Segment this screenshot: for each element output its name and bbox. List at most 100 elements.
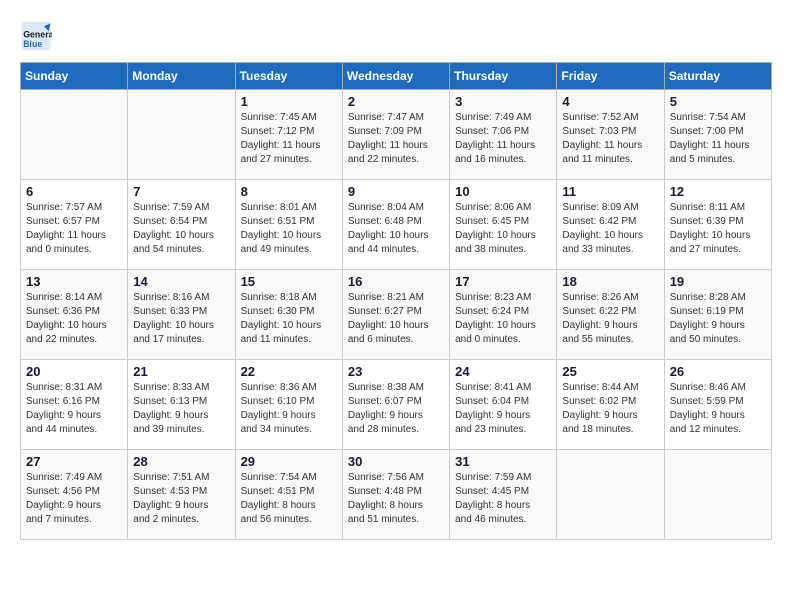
week-row-4: 20 Sunrise: 8:31 AM Sunset: 6:16 PM Dayli…	[21, 360, 772, 450]
day-info: Sunrise: 7:51 AM Sunset: 4:53 PM Dayligh…	[133, 471, 229, 527]
day-cell: 5 Sunrise: 7:54 AM Sunset: 7:00 PM Daylig…	[664, 90, 771, 180]
day-info: Sunrise: 7:54 AM Sunset: 7:00 PM Dayligh…	[670, 111, 766, 167]
day-cell: 25 Sunrise: 8:44 AM Sunset: 6:02 PM Dayli…	[557, 360, 664, 450]
day-number: 4	[562, 94, 658, 109]
logo: General Blue	[20, 20, 54, 52]
day-number: 20	[26, 364, 122, 379]
day-info: Sunrise: 8:16 AM Sunset: 6:33 PM Dayligh…	[133, 291, 229, 347]
day-header-thursday: Thursday	[450, 63, 557, 90]
day-info: Sunrise: 8:44 AM Sunset: 6:02 PM Dayligh…	[562, 381, 658, 437]
day-info: Sunrise: 8:06 AM Sunset: 6:45 PM Dayligh…	[455, 201, 551, 257]
day-number: 27	[26, 454, 122, 469]
day-cell: 19Sunrise: 8:28 AM Sunset: 6:19 PM Dayli…	[664, 270, 771, 360]
day-info: Sunrise: 7:54 AM Sunset: 4:51 PM Dayligh…	[241, 471, 337, 527]
day-cell: 26 Sunrise: 8:46 AM Sunset: 5:59 PM Dayli…	[664, 360, 771, 450]
day-info: Sunrise: 7:52 AM Sunset: 7:03 PM Dayligh…	[562, 111, 658, 167]
day-info: Sunrise: 8:23 AM Sunset: 6:24 PM Dayligh…	[455, 291, 551, 347]
day-cell: 22 Sunrise: 8:36 AM Sunset: 6:10 PM Dayli…	[235, 360, 342, 450]
day-info: Sunrise: 8:18 AM Sunset: 6:30 PM Dayligh…	[241, 291, 337, 347]
day-info: Sunrise: 8:38 AM Sunset: 6:07 PM Dayligh…	[348, 381, 444, 437]
header-row: SundayMondayTuesdayWednesdayThursdayFrid…	[21, 63, 772, 90]
day-cell: 18 Sunrise: 8:26 AM Sunset: 6:22 PM Dayli…	[557, 270, 664, 360]
day-cell: 8 Sunrise: 8:01 AM Sunset: 6:51 PM Daylig…	[235, 180, 342, 270]
day-header-tuesday: Tuesday	[235, 63, 342, 90]
day-info: Sunrise: 7:56 AM Sunset: 4:48 PM Dayligh…	[348, 471, 444, 527]
day-header-sunday: Sunday	[21, 63, 128, 90]
day-number: 8	[241, 184, 337, 199]
day-cell: 7 Sunrise: 7:59 AM Sunset: 6:54 PM Daylig…	[128, 180, 235, 270]
week-row-5: 27 Sunrise: 7:49 AM Sunset: 4:56 PM Dayli…	[21, 450, 772, 540]
day-cell: 13 Sunrise: 8:14 AM Sunset: 6:36 PM Dayli…	[21, 270, 128, 360]
day-cell: 4 Sunrise: 7:52 AM Sunset: 7:03 PM Daylig…	[557, 90, 664, 180]
day-info: Sunrise: 8:46 AM Sunset: 5:59 PM Dayligh…	[670, 381, 766, 437]
day-info: Sunrise: 7:59 AM Sunset: 6:54 PM Dayligh…	[133, 201, 229, 257]
day-number: 18	[562, 274, 658, 289]
day-number: 24	[455, 364, 551, 379]
day-number: 19	[670, 274, 766, 289]
day-number: 13	[26, 274, 122, 289]
day-cell: 27 Sunrise: 7:49 AM Sunset: 4:56 PM Dayli…	[21, 450, 128, 540]
day-number: 16	[348, 274, 444, 289]
day-number: 21	[133, 364, 229, 379]
day-header-wednesday: Wednesday	[342, 63, 449, 90]
day-number: 22	[241, 364, 337, 379]
day-number: 31	[455, 454, 551, 469]
day-number: 9	[348, 184, 444, 199]
day-info: Sunrise: 8:04 AM Sunset: 6:48 PM Dayligh…	[348, 201, 444, 257]
day-cell: 31 Sunrise: 7:59 AM Sunset: 4:45 PM Dayli…	[450, 450, 557, 540]
day-cell: 15 Sunrise: 8:18 AM Sunset: 6:30 PM Dayli…	[235, 270, 342, 360]
day-info: Sunrise: 8:11 AM Sunset: 6:39 PM Dayligh…	[670, 201, 766, 257]
day-cell: 2Sunrise: 7:47 AM Sunset: 7:09 PM Daylig…	[342, 90, 449, 180]
day-info: Sunrise: 7:45 AM Sunset: 7:12 PM Dayligh…	[241, 111, 337, 167]
day-cell: 12 Sunrise: 8:11 AM Sunset: 6:39 PM Dayli…	[664, 180, 771, 270]
day-cell: 9 Sunrise: 8:04 AM Sunset: 6:48 PM Daylig…	[342, 180, 449, 270]
day-number: 3	[455, 94, 551, 109]
day-cell	[21, 90, 128, 180]
day-number: 12	[670, 184, 766, 199]
day-cell: 1 Sunrise: 7:45 AM Sunset: 7:12 PM Daylig…	[235, 90, 342, 180]
page-header: General Blue	[20, 20, 772, 52]
day-info: Sunrise: 7:57 AM Sunset: 6:57 PM Dayligh…	[26, 201, 122, 257]
svg-text:General: General	[23, 30, 52, 40]
day-info: Sunrise: 8:14 AM Sunset: 6:36 PM Dayligh…	[26, 291, 122, 347]
day-number: 15	[241, 274, 337, 289]
day-number: 25	[562, 364, 658, 379]
day-header-saturday: Saturday	[664, 63, 771, 90]
day-cell: 29 Sunrise: 7:54 AM Sunset: 4:51 PM Dayli…	[235, 450, 342, 540]
calendar-table: SundayMondayTuesdayWednesdayThursdayFrid…	[20, 62, 772, 540]
day-number: 26	[670, 364, 766, 379]
week-row-2: 6Sunrise: 7:57 AM Sunset: 6:57 PM Daylig…	[21, 180, 772, 270]
day-info: Sunrise: 7:49 AM Sunset: 4:56 PM Dayligh…	[26, 471, 122, 527]
day-info: Sunrise: 8:21 AM Sunset: 6:27 PM Dayligh…	[348, 291, 444, 347]
day-header-monday: Monday	[128, 63, 235, 90]
day-cell: 16 Sunrise: 8:21 AM Sunset: 6:27 PM Dayli…	[342, 270, 449, 360]
day-cell: 21 Sunrise: 8:33 AM Sunset: 6:13 PM Dayli…	[128, 360, 235, 450]
day-number: 11	[562, 184, 658, 199]
day-cell: 24 Sunrise: 8:41 AM Sunset: 6:04 PM Dayli…	[450, 360, 557, 450]
week-row-1: 1 Sunrise: 7:45 AM Sunset: 7:12 PM Daylig…	[21, 90, 772, 180]
day-cell	[557, 450, 664, 540]
day-number: 30	[348, 454, 444, 469]
day-cell	[664, 450, 771, 540]
day-number: 10	[455, 184, 551, 199]
day-info: Sunrise: 7:59 AM Sunset: 4:45 PM Dayligh…	[455, 471, 551, 527]
day-number: 1	[241, 94, 337, 109]
day-info: Sunrise: 7:49 AM Sunset: 7:06 PM Dayligh…	[455, 111, 551, 167]
day-info: Sunrise: 8:31 AM Sunset: 6:16 PM Dayligh…	[26, 381, 122, 437]
day-cell: 20 Sunrise: 8:31 AM Sunset: 6:16 PM Dayli…	[21, 360, 128, 450]
day-number: 7	[133, 184, 229, 199]
day-info: Sunrise: 8:33 AM Sunset: 6:13 PM Dayligh…	[133, 381, 229, 437]
day-number: 23	[348, 364, 444, 379]
day-number: 2	[348, 94, 444, 109]
svg-text:Blue: Blue	[23, 39, 42, 49]
day-info: Sunrise: 8:26 AM Sunset: 6:22 PM Dayligh…	[562, 291, 658, 347]
day-info: Sunrise: 8:41 AM Sunset: 6:04 PM Dayligh…	[455, 381, 551, 437]
day-number: 5	[670, 94, 766, 109]
day-header-friday: Friday	[557, 63, 664, 90]
day-number: 14	[133, 274, 229, 289]
day-cell	[128, 90, 235, 180]
day-info: Sunrise: 8:01 AM Sunset: 6:51 PM Dayligh…	[241, 201, 337, 257]
day-info: Sunrise: 8:36 AM Sunset: 6:10 PM Dayligh…	[241, 381, 337, 437]
day-number: 29	[241, 454, 337, 469]
day-cell: 30 Sunrise: 7:56 AM Sunset: 4:48 PM Dayli…	[342, 450, 449, 540]
